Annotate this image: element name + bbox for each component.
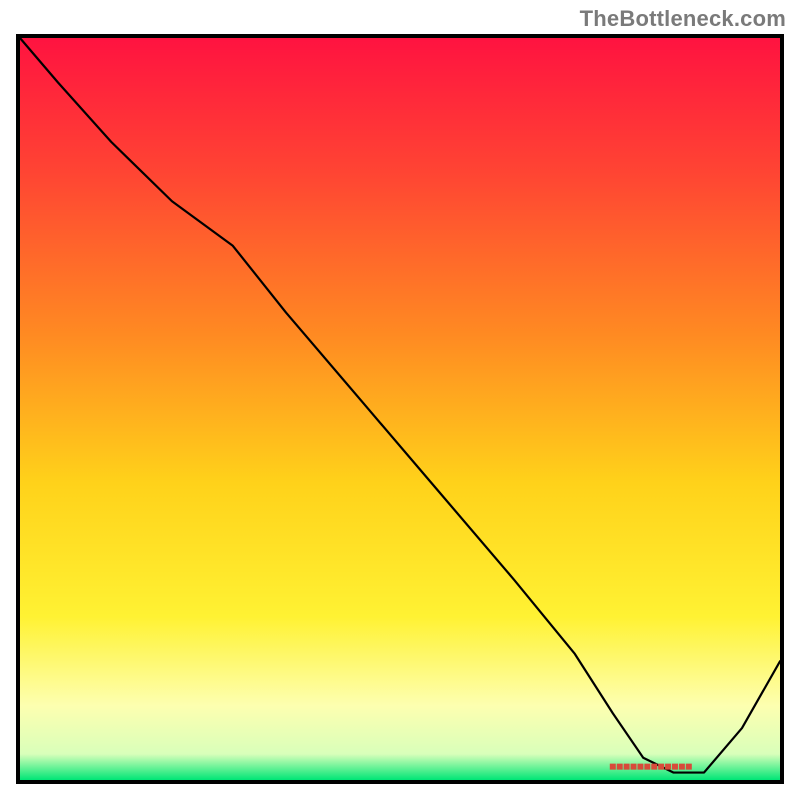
optimal-marker (651, 764, 657, 770)
chart-container: TheBottleneck.com (0, 0, 800, 800)
optimal-marker (610, 764, 616, 770)
optimal-marker (686, 764, 692, 770)
chart-svg (20, 38, 780, 780)
optimal-marker (631, 764, 637, 770)
optimal-marker (658, 764, 664, 770)
optimal-marker (644, 764, 650, 770)
optimal-marker (624, 764, 630, 770)
optimal-marker (617, 764, 623, 770)
watermark-text: TheBottleneck.com (580, 6, 786, 32)
plot-area (20, 38, 780, 780)
plot-border (16, 34, 784, 784)
optimal-marker (665, 764, 671, 770)
optimal-marker (672, 764, 678, 770)
gradient-background (20, 38, 780, 780)
optimal-marker (679, 764, 685, 770)
optimal-marker (637, 764, 643, 770)
